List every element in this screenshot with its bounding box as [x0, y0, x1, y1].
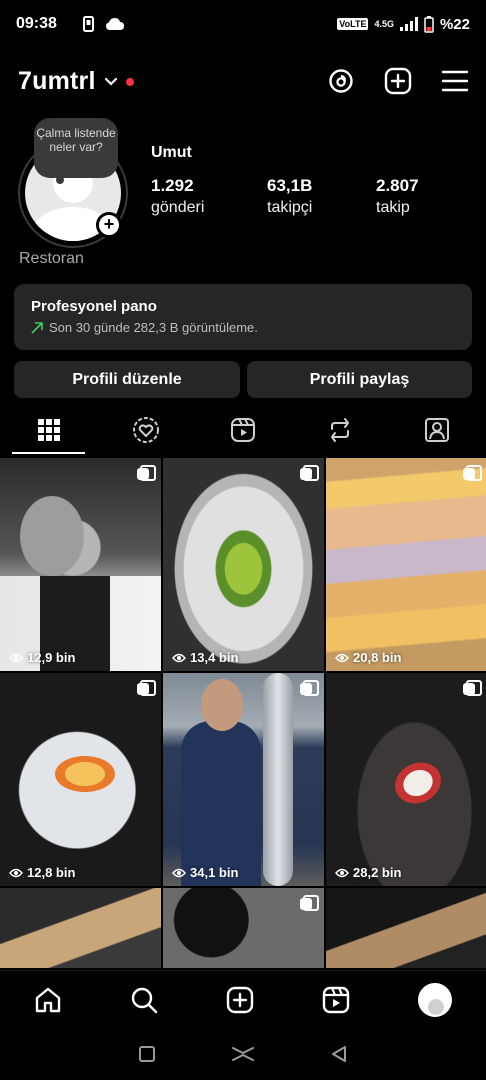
signal-icon — [399, 17, 418, 31]
add-story-icon[interactable]: + — [96, 212, 122, 238]
post-thumbnail[interactable]: 34,1 bin — [163, 673, 324, 886]
tab-reposts[interactable] — [292, 406, 389, 454]
post-thumbnail[interactable]: 12,9 bin — [0, 458, 161, 671]
back-icon[interactable] — [330, 1045, 348, 1063]
status-bar: 09:38 VoLTE 4.5G %22 — [0, 0, 486, 48]
stat-value: 63,1B — [267, 176, 313, 195]
eye-icon — [335, 653, 349, 662]
stat-value: 1.292 — [151, 176, 194, 195]
post-views: 12,8 bin — [9, 865, 75, 880]
dashboard-subtitle-text: Son 30 günde 282,3 B görüntüleme. — [49, 320, 258, 335]
carousel-icon — [300, 465, 319, 484]
share-profile-button[interactable]: Profili paylaş — [247, 361, 472, 398]
reels-nav-icon[interactable] — [322, 986, 350, 1014]
search-icon[interactable] — [130, 986, 158, 1014]
threads-icon[interactable] — [328, 68, 354, 94]
notification-dot — [125, 78, 134, 86]
stat-label: gönderi — [151, 199, 205, 216]
carousel-icon — [300, 895, 319, 914]
system-navigation — [0, 1028, 486, 1080]
battery-level: %22 — [439, 15, 470, 33]
stat-label: takipçi — [267, 199, 313, 216]
stat-following[interactable]: 2.807 takip — [376, 176, 419, 217]
home-gesture-icon[interactable] — [231, 1045, 255, 1063]
reels-icon — [231, 418, 255, 442]
post-views: 34,1 bin — [172, 865, 238, 880]
bottom-navigation — [0, 970, 486, 1028]
post-views: 12,9 bin — [9, 650, 75, 665]
views-count: 20,8 bin — [353, 650, 402, 665]
post-thumbnail[interactable] — [163, 888, 324, 968]
stat-followers[interactable]: 63,1B takipçi — [267, 176, 383, 217]
grid-icon — [37, 419, 60, 441]
views-count: 34,1 bin — [190, 865, 239, 880]
status-time: 09:38 — [16, 15, 57, 32]
carousel-icon — [300, 680, 319, 699]
post-thumbnail[interactable] — [326, 888, 486, 968]
battery-icon — [424, 15, 434, 33]
eye-icon — [335, 868, 349, 877]
eye-icon — [172, 653, 186, 662]
professional-dashboard[interactable]: Profesyonel pano Son 30 günde 282,3 B gö… — [14, 284, 472, 350]
post-views: 20,8 bin — [335, 650, 401, 665]
carousel-icon — [463, 680, 482, 699]
profile-category: Restoran — [19, 250, 84, 267]
profile-nav-avatar[interactable] — [418, 982, 452, 1017]
sim-icon — [82, 16, 94, 32]
tab-collabs[interactable] — [97, 406, 194, 454]
trend-up-icon — [31, 321, 43, 334]
eye-icon — [172, 868, 186, 877]
post-thumbnail[interactable]: 28,2 bin — [326, 673, 486, 886]
tab-reels[interactable] — [194, 406, 291, 454]
post-thumbnail[interactable]: 13,4 bin — [163, 458, 324, 671]
dashboard-title: Profesyonel pano — [31, 298, 157, 315]
stat-posts[interactable]: 1.292 gönderi — [151, 176, 267, 217]
eye-icon — [9, 653, 23, 662]
cloud-icon — [105, 18, 124, 30]
profile-stats: 1.292 gönderi 63,1B takipçi 2.807 takip — [151, 176, 419, 217]
recents-icon[interactable] — [138, 1045, 156, 1063]
carousel-icon — [463, 465, 482, 484]
tab-tagged[interactable] — [389, 406, 486, 454]
home-icon[interactable] — [34, 986, 62, 1014]
posts-grid: 12,9 bin 13,4 bin 20,8 bin 12,8 bin 34,1… — [0, 458, 486, 968]
post-thumbnail[interactable] — [0, 888, 161, 968]
note-bubble[interactable]: Çalma listende neler var? — [34, 118, 118, 184]
carousel-icon — [137, 680, 156, 699]
eye-icon — [9, 868, 23, 877]
post-thumbnail[interactable]: 12,8 bin — [0, 673, 161, 886]
stat-label: takip — [376, 199, 410, 216]
username[interactable]: 7umtrl — [18, 67, 96, 96]
dashboard-subtitle: Son 30 günde 282,3 B görüntüleme. — [31, 320, 455, 335]
post-views: 28,2 bin — [335, 865, 401, 880]
carousel-icon — [137, 465, 156, 484]
display-name: Umut — [151, 144, 192, 161]
edit-profile-button[interactable]: Profili düzenle — [14, 361, 240, 398]
menu-icon[interactable] — [442, 70, 468, 92]
views-count: 28,2 bin — [353, 865, 402, 880]
chevron-down-icon[interactable] — [104, 77, 118, 87]
tab-posts[interactable] — [0, 406, 97, 454]
repost-icon — [331, 418, 350, 442]
post-views: 13,4 bin — [172, 650, 238, 665]
post-thumbnail[interactable]: 20,8 bin — [326, 458, 486, 671]
create-icon[interactable] — [226, 986, 254, 1014]
heart-circle-icon — [132, 417, 159, 443]
views-count: 12,8 bin — [27, 865, 76, 880]
create-post-icon[interactable] — [384, 67, 412, 95]
network-type: 4.5G — [374, 18, 394, 29]
volte-badge: VoLTE — [337, 18, 369, 30]
stat-value: 2.807 — [376, 176, 419, 195]
profile-header: 7umtrl — [0, 58, 486, 104]
profile-tabs — [0, 406, 486, 454]
views-count: 13,4 bin — [190, 650, 239, 665]
tagged-icon — [425, 418, 450, 442]
views-count: 12,9 bin — [27, 650, 76, 665]
